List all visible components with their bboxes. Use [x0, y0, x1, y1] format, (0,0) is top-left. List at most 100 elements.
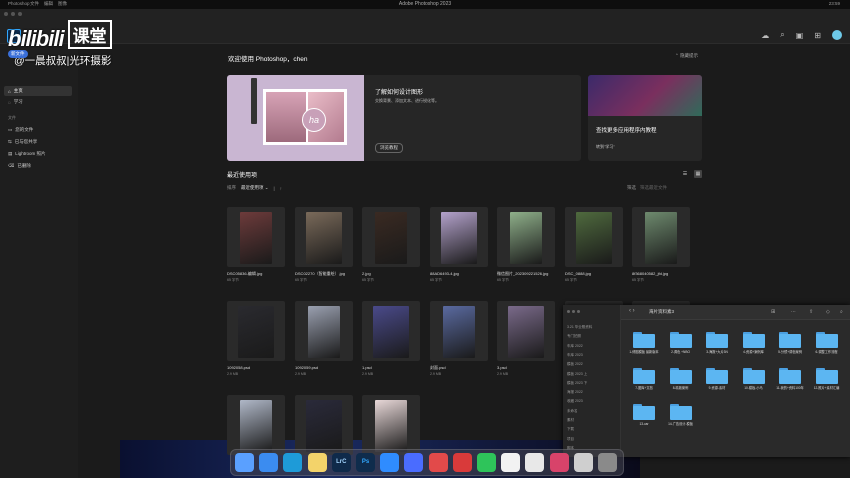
sort-dropdown[interactable]: 最近使用项 ⌄ — [241, 185, 269, 191]
browse-tutorials-button[interactable]: 浏览教程 — [375, 143, 403, 153]
group-icon[interactable]: ⋯ — [791, 309, 796, 315]
folder-icon[interactable] — [633, 332, 655, 348]
file-name[interactable]: 8f368040582_jfd.jpg — [632, 271, 668, 276]
sidebar-item-shared[interactable]: ⇆ 已与您共享 — [4, 137, 72, 147]
finder-sidebar-item[interactable]: 模板 2022 — [567, 362, 583, 367]
file-name[interactable]: DSC05836-编辑.jpg — [227, 271, 262, 277]
folder-label[interactable]: 8-精致案例 — [661, 386, 701, 390]
recent-file-thumbnail[interactable] — [227, 395, 285, 455]
preview-app-icon[interactable] — [573, 453, 593, 472]
folder-icon[interactable] — [706, 332, 728, 348]
feishu-app-icon[interactable] — [404, 453, 424, 472]
finder-sidebar-item[interactable]: 素材 — [567, 418, 574, 423]
new-file-button[interactable]: 新文件 — [8, 50, 28, 58]
folder-label[interactable]: 11-我的+资料100年 — [770, 386, 810, 390]
finder-sidebar-item[interactable]: 模板 2023 上 — [567, 372, 587, 377]
finder-sidebar-item[interactable]: 专门拍照 — [567, 334, 581, 339]
trash-icon[interactable] — [598, 453, 617, 472]
search-icon[interactable]: ⌕ — [840, 309, 843, 315]
menu-item-edit[interactable]: 编辑 — [44, 1, 53, 7]
folder-label[interactable]: 5-分镜+调色案例 — [770, 350, 810, 354]
notes-app-icon[interactable] — [307, 453, 327, 472]
photo-booth-icon[interactable] — [549, 453, 569, 472]
safari-app-icon[interactable] — [259, 453, 279, 472]
recent-file-thumbnail[interactable] — [295, 301, 353, 361]
folder-icon[interactable] — [742, 368, 765, 384]
folder-icon[interactable] — [815, 332, 838, 348]
folder-label[interactable]: 12-照片+素材汇编 — [807, 386, 847, 390]
search-icon[interactable]: ⌕ — [780, 30, 784, 40]
recent-file-thumbnail[interactable] — [295, 207, 353, 267]
recent-file-thumbnail[interactable] — [430, 301, 488, 361]
file-name[interactable]: 1092058.psd — [227, 365, 250, 370]
file-name[interactable]: 88AD6493-4.jpg — [430, 271, 459, 276]
sidebar-item-lightroom[interactable]: ▤ Lightroom 照片 — [4, 149, 72, 159]
tutorial-card-learn[interactable]: 查找更多应用程序内教程 转到"学习" — [588, 75, 702, 161]
folder-icon[interactable] — [815, 368, 838, 384]
recent-file-thumbnail[interactable] — [497, 207, 555, 267]
lightroom-classic-icon[interactable]: LrC — [331, 453, 351, 472]
wechat-app-icon[interactable] — [477, 453, 496, 472]
share-icon[interactable]: ⇪ — [809, 309, 813, 315]
folder-icon[interactable] — [669, 404, 692, 420]
view-mode-icon[interactable]: ⊞ — [771, 309, 775, 315]
list-view-icon[interactable]: ☰ — [681, 170, 689, 178]
menu-item-app[interactable]: Photoshop — [8, 1, 30, 6]
wps-app-icon[interactable] — [452, 453, 472, 472]
finder-sidebar-item[interactable]: 车库 2023 — [567, 353, 583, 358]
tutorial-card-design[interactable]: ha 了解如何设计图形 交换背景、添加文本、进行锐化等。 浏览教程 — [227, 75, 581, 161]
dingtalk-app-icon[interactable] — [380, 453, 400, 472]
recent-file-thumbnail[interactable] — [362, 207, 420, 267]
clock-app-icon[interactable] — [525, 453, 545, 472]
folder-label[interactable]: 4-资源+案例库 — [734, 350, 774, 354]
finder-app-icon[interactable] — [235, 453, 254, 472]
recent-file-thumbnail[interactable] — [227, 301, 285, 361]
zoom-dot[interactable] — [18, 12, 22, 16]
edge-app-icon[interactable] — [283, 453, 303, 472]
close-dot[interactable] — [4, 12, 8, 16]
finder-sidebar-item[interactable]: 海报 2022 — [567, 390, 583, 395]
cloud-icon[interactable]: ☁ — [761, 31, 769, 40]
recent-file-thumbnail[interactable] — [362, 301, 420, 361]
folder-icon[interactable] — [669, 368, 692, 384]
finder-window-controls[interactable] — [567, 310, 580, 313]
menu-item-image[interactable]: 图像 — [58, 1, 67, 7]
finder-sidebar-item[interactable]: 车库 2022 — [567, 344, 583, 349]
sidebar-item-deleted[interactable]: ⌫ 已删除 — [4, 161, 72, 171]
recent-file-thumbnail[interactable] — [295, 395, 353, 455]
file-name[interactable]: 2.jpg — [362, 271, 371, 276]
finder-sidebar-item[interactable]: 下载 — [567, 427, 574, 432]
hide-tips-button[interactable]: ⌃ 隐藏提示 — [675, 53, 698, 59]
folder-label[interactable]: 10-模板-小马 — [734, 386, 774, 390]
recent-file-thumbnail[interactable] — [497, 301, 555, 361]
finder-sidebar-item[interactable]: 收藏 2023 — [567, 399, 583, 404]
weibo-app-icon[interactable] — [501, 453, 521, 472]
recent-file-thumbnail[interactable] — [632, 207, 690, 267]
file-name[interactable]: DSC_0888.jpg — [565, 271, 591, 276]
sidebar-item-your-files[interactable]: ▭ 您的文件 — [4, 125, 72, 135]
folder-icon[interactable] — [779, 368, 801, 384]
folder-icon[interactable] — [633, 404, 655, 420]
folder-label[interactable]: 7-图库+文档 — [624, 386, 664, 390]
menu-item-file[interactable]: 文件 — [30, 1, 39, 7]
filter-field[interactable]: 筛选 筛选最近文件 — [627, 185, 667, 191]
sidebar-item-home[interactable]: ⌂ 主页 — [4, 86, 72, 96]
netease-music-icon[interactable] — [428, 453, 448, 472]
gift-icon[interactable]: ▣ — [796, 31, 804, 40]
recent-file-thumbnail[interactable] — [362, 395, 420, 455]
go-to-learn-link[interactable]: 转到"学习" — [596, 144, 615, 150]
folder-icon[interactable] — [633, 368, 655, 384]
finder-sidebar-item[interactable]: 3.21 毕业照资料 — [567, 325, 592, 330]
finder-sidebar-item[interactable]: 未命名 — [567, 409, 578, 414]
file-name[interactable]: 微信图片_202309221526.jpg — [497, 271, 548, 277]
recent-file-thumbnail[interactable] — [227, 207, 285, 267]
folder-label[interactable]: 6-调整工作流程 — [807, 350, 847, 354]
file-name[interactable]: 1092059.psd — [295, 365, 318, 370]
finder-sidebar-item[interactable]: 模板 2023 下 — [567, 381, 587, 386]
file-name[interactable]: 1.psd — [362, 365, 372, 370]
photoshop-icon[interactable]: Ps — [356, 453, 375, 472]
file-name[interactable]: DSC02270（智能重绘）.jpg — [295, 271, 345, 277]
folder-label[interactable]: 13-car — [624, 422, 664, 426]
sidebar-item-learn[interactable]: ◌ 学习 — [4, 97, 72, 107]
recent-file-thumbnail[interactable] — [565, 207, 623, 267]
